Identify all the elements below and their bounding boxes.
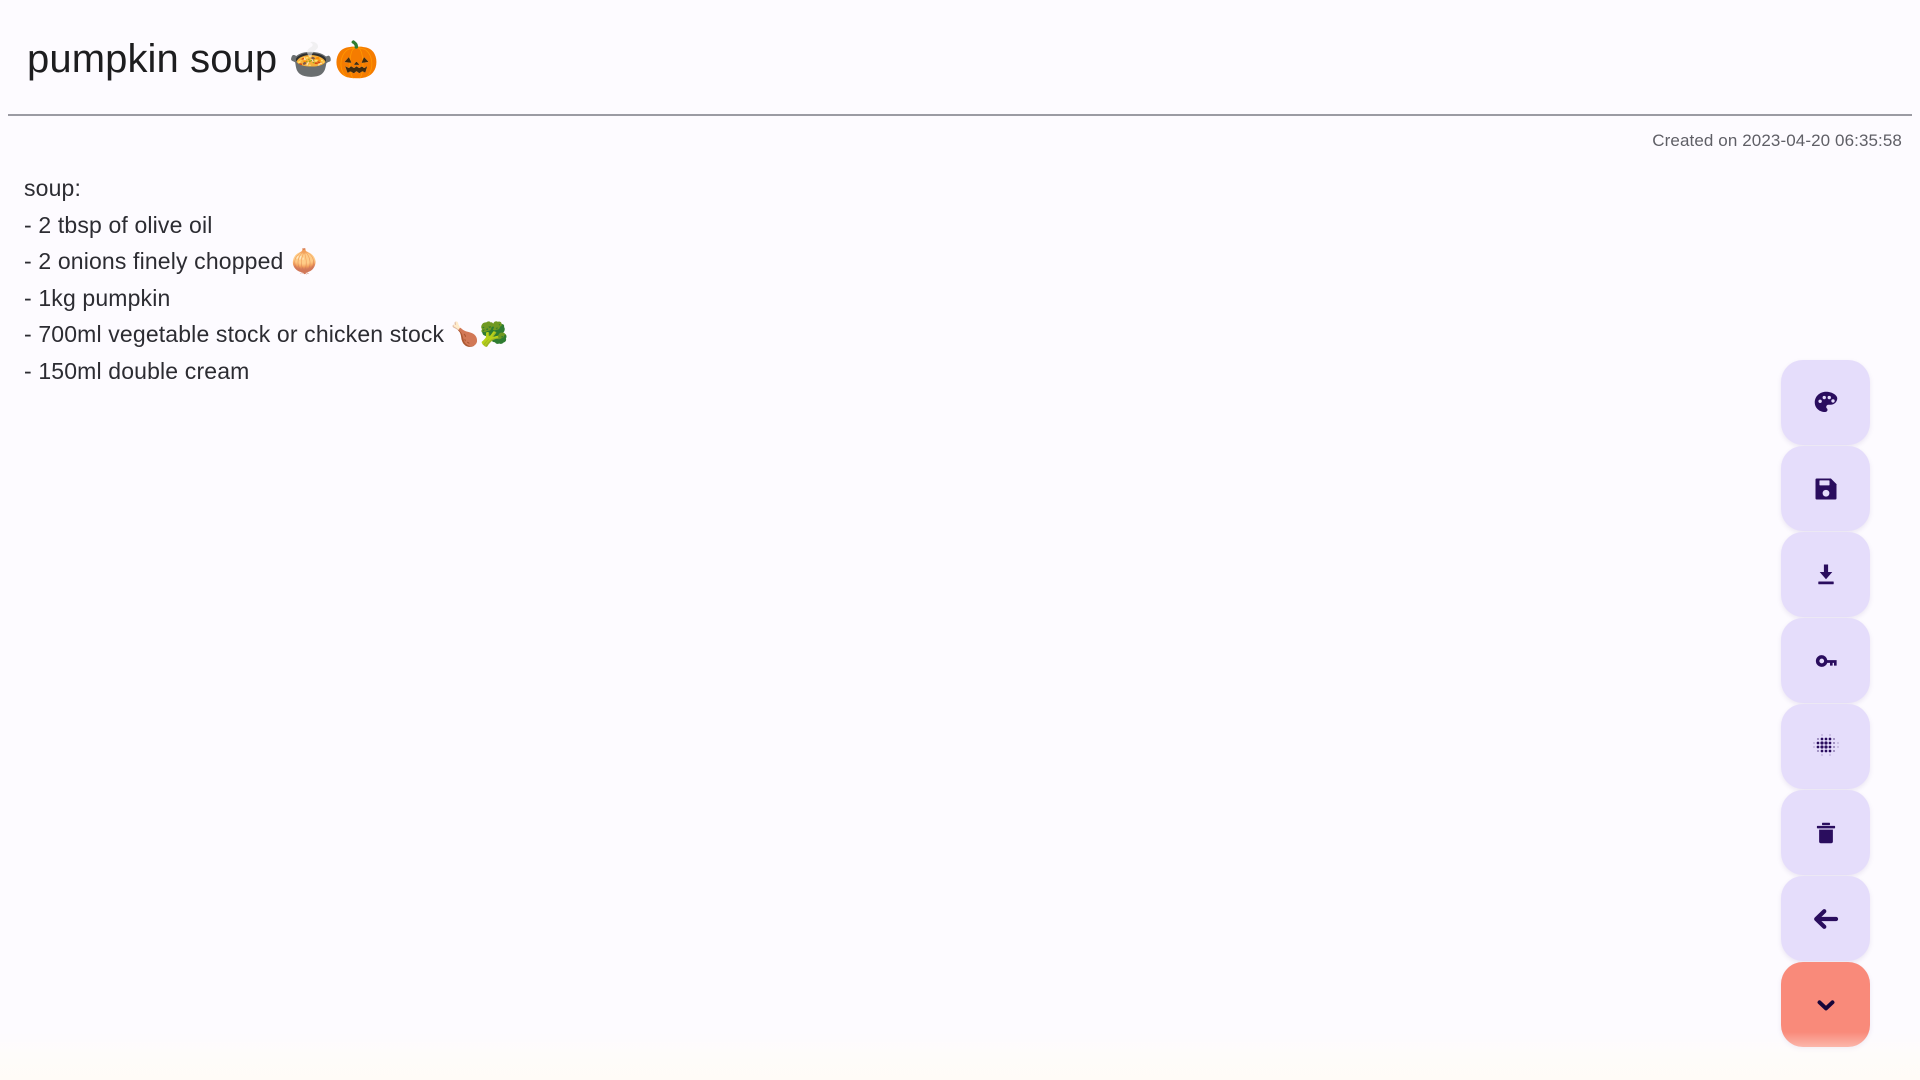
note-line: - 2 tbsp of olive oil <box>24 211 213 238</box>
palette-icon <box>1811 388 1841 418</box>
title-emoji-group: 🍲🎃 <box>288 40 381 81</box>
note-line: - 700ml vegetable stock or chicken stock… <box>24 321 509 347</box>
back-button[interactable] <box>1781 876 1870 961</box>
note-body[interactable]: soup: - 2 tbsp of olive oil - 2 onions f… <box>24 170 1724 389</box>
note-page: pumpkin soup 🍲🎃 Created on 2023-04-20 06… <box>0 0 1920 1080</box>
dot-grid-icon <box>1811 732 1841 762</box>
created-on-label: Created on 2023-04-20 06:35:58 <box>1652 131 1902 150</box>
save-button[interactable] <box>1781 446 1870 531</box>
page-title: pumpkin soup 🍲🎃 <box>27 34 1910 84</box>
note-line: - 2 onions finely chopped 🧅 <box>24 248 319 274</box>
save-icon <box>1812 475 1840 503</box>
collapse-menu-button[interactable] <box>1781 962 1870 1047</box>
trash-icon <box>1812 819 1840 847</box>
download-icon <box>1812 561 1840 589</box>
note-line: - 150ml double cream <box>24 357 250 384</box>
header-divider <box>8 114 1912 116</box>
back-arrow-icon <box>1811 904 1841 934</box>
theme-color-button[interactable] <box>1781 360 1870 445</box>
download-button[interactable] <box>1781 532 1870 617</box>
chevron-down-icon <box>1813 992 1839 1018</box>
password-button[interactable] <box>1781 618 1870 703</box>
note-line: - 1kg pumpkin <box>24 284 171 311</box>
page-bottom-fade <box>0 1032 1920 1080</box>
note-line: soup: <box>24 175 82 201</box>
page-title-text: pumpkin soup <box>27 37 278 81</box>
created-on-row: Created on 2023-04-20 06:35:58 <box>1652 131 1902 151</box>
action-button-rail <box>1781 360 1870 1047</box>
key-icon <box>1811 646 1841 676</box>
pattern-button[interactable] <box>1781 704 1870 789</box>
delete-button[interactable] <box>1781 790 1870 875</box>
note-header: pumpkin soup 🍲🎃 <box>0 0 1920 84</box>
